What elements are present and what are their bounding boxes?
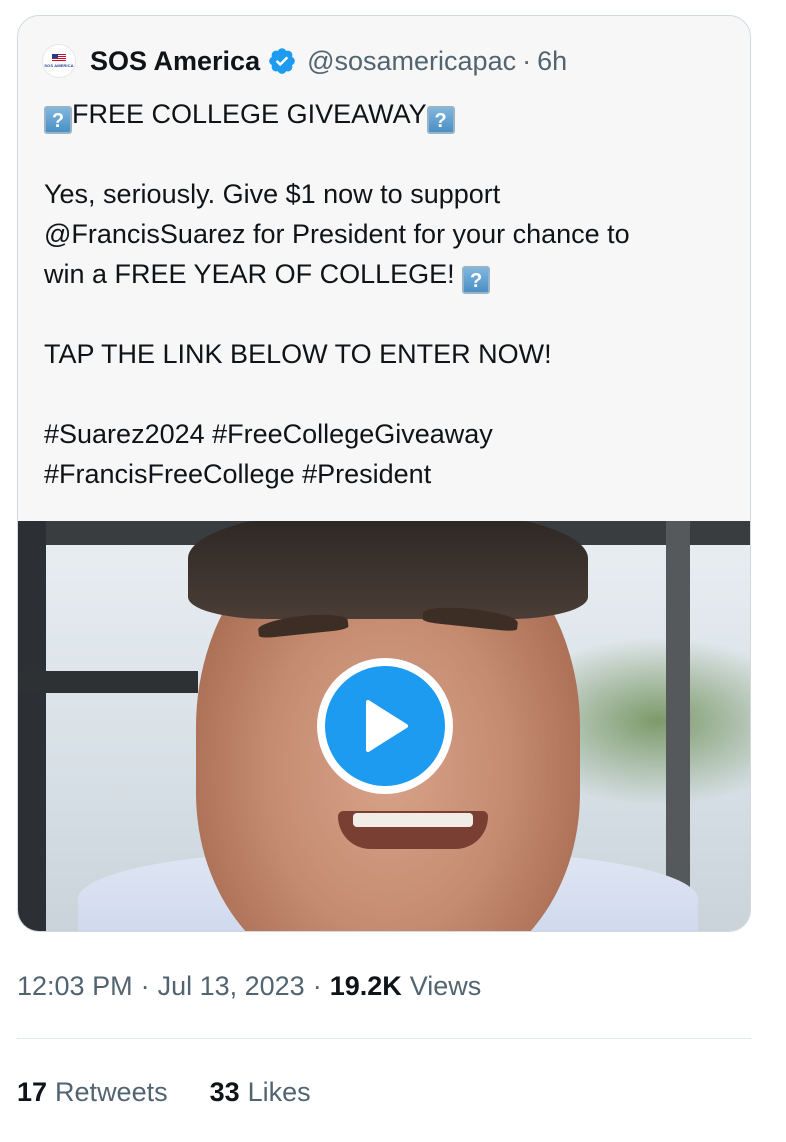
- unsupported-emoji-icon: ?: [426, 106, 455, 134]
- tweet-date[interactable]: Jul 13, 2023: [158, 971, 305, 1002]
- avatar-logo-text: SOS AMERICA: [44, 63, 74, 68]
- play-icon: [325, 666, 445, 786]
- video-thumbnail[interactable]: [18, 521, 750, 931]
- play-button[interactable]: [317, 658, 453, 794]
- tweet-line-text: win a FREE YEAR OF COLLEGE!: [44, 259, 455, 289]
- engagement-stats: 17 Retweets 33 Likes: [17, 1072, 311, 1112]
- views-label[interactable]: Views: [410, 971, 482, 1002]
- headline-text: FREE COLLEGE GIVEAWAY: [72, 99, 427, 129]
- meta-separator: ·: [140, 970, 150, 1001]
- retweets-label: Retweets: [55, 1076, 168, 1107]
- background-window-frame: [18, 521, 46, 931]
- unsupported-emoji-icon: ?: [44, 106, 72, 134]
- quoted-tweet-card[interactable]: SOS AMERICA SOS America @sosamericapac ·…: [17, 15, 751, 932]
- author-row: SOS AMERICA SOS America @sosamericapac ·…: [42, 44, 567, 78]
- likes-count: 33: [209, 1076, 240, 1107]
- avatar[interactable]: SOS AMERICA: [42, 44, 76, 78]
- background-window-frame: [18, 671, 198, 693]
- tweet-line-cta: TAP THE LINK BELOW TO ENTER NOW!: [44, 339, 552, 369]
- tweet-line-headline: ? FREE COLLEGE GIVEAWAY?: [44, 94, 734, 134]
- play-triangle-icon: [366, 700, 408, 752]
- retweets-count: 17: [17, 1076, 48, 1107]
- header-separator: ·: [522, 45, 532, 76]
- hashtags-line[interactable]: #Suarez2024 #FreeCollegeGiveaway: [44, 414, 734, 454]
- views-count[interactable]: 19.2K: [330, 971, 402, 1002]
- background-window-frame: [666, 521, 690, 931]
- person-teeth: [353, 813, 473, 827]
- meta-separator: ·: [312, 970, 322, 1001]
- person-hair: [188, 521, 588, 619]
- retweets-stat[interactable]: 17 Retweets: [17, 1077, 168, 1108]
- likes-stat[interactable]: 33 Likes: [210, 1077, 311, 1108]
- tweet-text: ? FREE COLLEGE GIVEAWAY? Yes, seriously. …: [44, 94, 734, 494]
- tweet-time[interactable]: 12:03 PM: [17, 971, 133, 1002]
- display-name[interactable]: SOS America: [90, 46, 260, 77]
- tweet-line: win a FREE YEAR OF COLLEGE! ?: [44, 254, 734, 294]
- divider: [17, 1038, 751, 1039]
- likes-label: Likes: [247, 1076, 311, 1107]
- flag-icon: [52, 54, 66, 62]
- tweet-meta: 12:03 PM · Jul 13, 2023 · 19.2K Views: [17, 966, 481, 1006]
- tweet-line: Yes, seriously. Give $1 now to support: [44, 179, 501, 209]
- hashtags-line[interactable]: #FrancisFreeCollege #President: [44, 454, 734, 494]
- quoted-tweet-header: SOS AMERICA SOS America @sosamericapac ·…: [18, 16, 750, 521]
- author-handle[interactable]: @sosamericapac: [307, 46, 516, 77]
- unsupported-emoji-icon: ?: [462, 266, 491, 294]
- time-ago[interactable]: 6h: [537, 46, 567, 77]
- verified-badge-icon: [269, 48, 295, 74]
- tweet-line: @FrancisSuarez for President for your ch…: [44, 219, 630, 249]
